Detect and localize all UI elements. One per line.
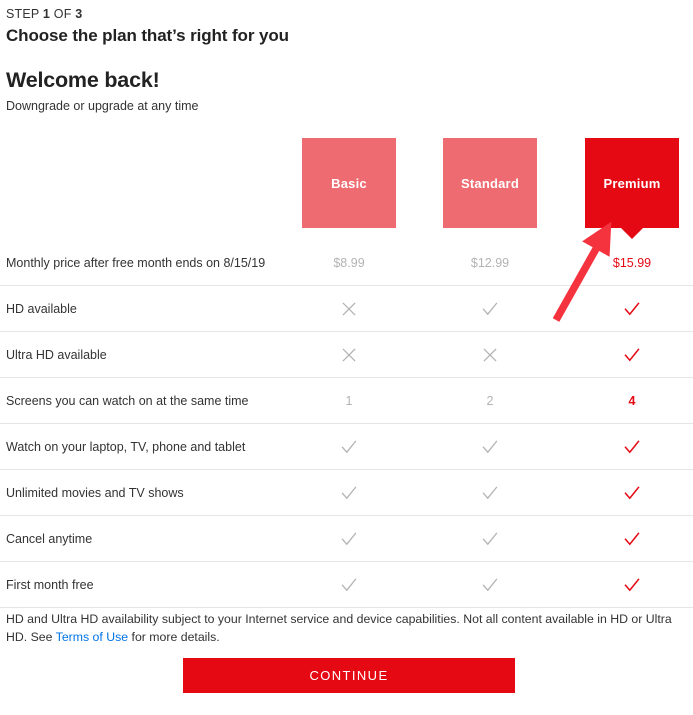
price-value: $15.99 [612,255,652,270]
screen-count-value: 1 [345,393,353,408]
feature-cell-standard [430,438,550,456]
feature-label: HD available [6,301,77,316]
check-icon [481,484,499,502]
feature-label: Monthly price after free month ends on 8… [6,255,266,270]
feature-cell-standard: 2 [430,394,550,408]
check-icon [340,438,358,456]
screen-count-value: 2 [486,393,494,408]
screen-count-value: 4 [628,393,636,408]
feature-cell-basic [289,530,409,548]
plan-card-basic[interactable]: Basic [302,138,396,228]
cross-icon [340,346,358,364]
cross-icon [481,346,499,364]
feature-cell-premium [572,576,692,594]
footnote-text-after: for more details. [128,630,220,644]
table-row: Monthly price after free month ends on 8… [0,240,693,286]
table-row: First month free [0,562,693,608]
feature-cell-basic [289,484,409,502]
check-icon [340,530,358,548]
check-icon [623,300,641,318]
feature-cell-basic [289,346,409,364]
check-icon [623,530,641,548]
plan-card-basic-label: Basic [331,175,367,191]
selected-plan-notch-icon [621,228,643,239]
cross-icon [340,300,358,318]
table-row: Screens you can watch on at the same tim… [0,378,693,424]
feature-cell-premium: 4 [572,394,692,408]
feature-cell-premium [572,346,692,364]
feature-cell-standard: $12.99 [430,256,550,270]
feature-cell-premium [572,530,692,548]
feature-cell-basic [289,576,409,594]
check-icon [481,300,499,318]
feature-cell-standard [430,576,550,594]
check-icon [340,576,358,594]
check-icon [623,576,641,594]
feature-cell-premium [572,300,692,318]
feature-cell-basic [289,300,409,318]
price-value: $8.99 [333,255,365,270]
table-row: Watch on your laptop, TV, phone and tabl… [0,424,693,470]
feature-label: Ultra HD available [6,347,107,362]
feature-cell-standard [430,300,550,318]
feature-cell-standard [430,484,550,502]
check-icon [623,484,641,502]
feature-label: Cancel anytime [6,531,93,546]
feature-label: First month free [6,577,94,592]
table-row: Cancel anytime [0,516,693,562]
feature-label: Unlimited movies and TV shows [6,485,184,500]
check-icon [623,346,641,364]
check-icon [481,576,499,594]
feature-cell-standard [430,530,550,548]
feature-label: Watch on your laptop, TV, phone and tabl… [6,439,246,454]
check-icon [481,530,499,548]
table-row: Unlimited movies and TV shows [0,470,693,516]
plan-card-premium-label: Premium [603,175,661,191]
table-row: HD available [0,286,693,332]
plan-card-premium[interactable]: Premium [585,138,679,239]
feature-cell-standard [430,346,550,364]
check-icon [481,438,499,456]
plan-selection-page: STEP 1 OF 3 Choose the plan that’s right… [0,0,693,715]
feature-label: Screens you can watch on at the same tim… [6,393,249,408]
feature-cell-premium: $15.99 [572,256,692,270]
continue-button[interactable]: CONTINUE [183,658,515,693]
feature-cell-premium [572,484,692,502]
legal-footnote: HD and Ultra HD availability subject to … [6,610,690,646]
feature-cell-premium [572,438,692,456]
check-icon [623,438,641,456]
price-value: $12.99 [470,255,510,270]
feature-cell-basic: $8.99 [289,256,409,270]
check-icon [340,484,358,502]
table-row: Ultra HD available [0,332,693,378]
feature-cell-basic [289,438,409,456]
feature-cell-basic: 1 [289,394,409,408]
plan-comparison-table: Monthly price after free month ends on 8… [0,240,693,608]
plan-card-standard-label: Standard [461,175,519,191]
plan-card-group: Basic Standard Premium [0,0,693,240]
terms-of-use-link[interactable]: Terms of Use [56,630,128,644]
plan-card-standard[interactable]: Standard [443,138,537,228]
